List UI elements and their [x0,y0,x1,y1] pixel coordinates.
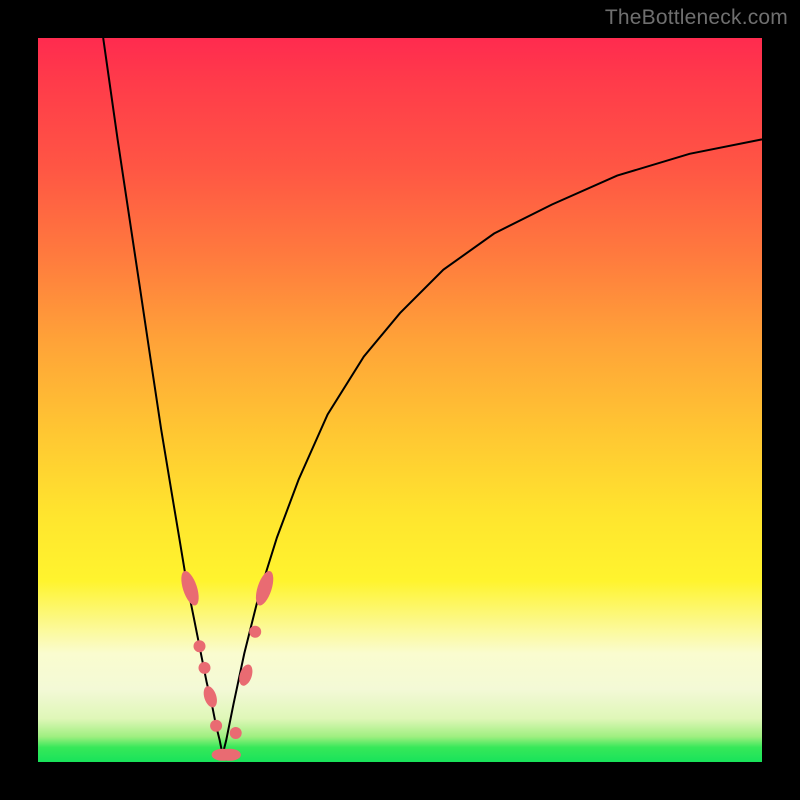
marker-point [178,569,202,608]
marker-point [219,749,241,761]
marker-point [252,569,276,608]
marker-point [194,640,206,652]
marker-point [230,727,242,739]
watermark-text: TheBottleneck.com [605,6,788,30]
marker-point [199,662,211,674]
chart-svg [38,38,762,762]
marker-point [201,684,219,709]
marker-point [210,720,222,732]
right-branch-curve [223,139,762,754]
outer-frame: TheBottleneck.com [0,0,800,800]
plot-area [38,38,762,762]
marker-point [249,626,261,638]
